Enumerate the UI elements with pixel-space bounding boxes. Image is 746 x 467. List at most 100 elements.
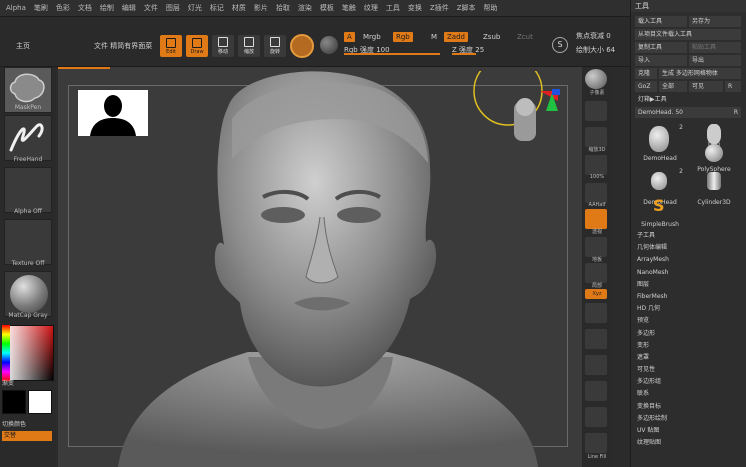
material-orb-icon[interactable] [320,36,338,54]
move-icon-button[interactable] [585,381,607,401]
subtool-simplebrush[interactable]: S SimpleBrush [637,194,683,228]
rgb-toggle[interactable]: Rgb [393,32,413,42]
edit-button[interactable]: Edit [160,35,182,57]
gradient-label[interactable]: 渐变 [2,378,14,387]
subpalette-geometry[interactable]: 几何体编辑 [637,242,741,254]
lightbox-tools-button[interactable]: 灯箱▶工具 [635,94,741,105]
save-as-button[interactable]: 另存为 [689,16,741,27]
alpha-tile[interactable] [4,167,52,213]
local-button[interactable] [585,263,607,283]
paste-tool-button[interactable]: 粘贴工具 [689,42,741,53]
scroll-button[interactable] [585,127,607,147]
aahalf-button[interactable] [585,183,607,203]
rotate-icon-button[interactable] [585,433,607,453]
subpalette-uv-map[interactable]: UV 贴图 [637,425,741,437]
subpalette-masking[interactable]: 遮罩 [637,352,741,364]
menu-item-draw[interactable]: 绘制 [96,3,118,13]
subpalette-arraymesh[interactable]: ArrayMesh [637,254,741,266]
rotate-button[interactable]: 旋转 [264,35,286,57]
lightbox-label[interactable]: 文件 精简有界面菜 [94,41,152,51]
subpalette-texture-map[interactable]: 纹理贴图 [637,437,741,449]
move-button[interactable]: 移动 [212,35,234,57]
subpalette-fibermesh[interactable]: FiberMesh [637,291,741,303]
menu-item-light[interactable]: 灯光 [184,3,206,13]
export-button[interactable]: 导出 [689,55,741,66]
scale-button[interactable]: 缩放 [238,35,260,57]
subpalette-deformation[interactable]: 变形 [637,340,741,352]
menu-item-zplugin[interactable]: Z插件 [426,3,453,13]
subtool-demohead[interactable]: 2 DemoHead [637,124,683,162]
zadd-toggle[interactable]: Zadd [444,32,468,42]
load-from-project-button[interactable]: 从项目文件载入工具 [635,29,741,40]
subpalette-polygroups[interactable]: 多边形组 [637,376,741,388]
all-button[interactable]: 全部 [659,81,687,92]
menu-item-picker[interactable]: 拾取 [272,3,294,13]
r-button[interactable]: R [725,81,741,92]
menu-item-stencil[interactable]: 模板 [316,3,338,13]
menu-item-brush[interactable]: 笔刷 [30,3,52,13]
current-brush-icon[interactable] [290,34,314,58]
menu-item-texture[interactable]: 纹理 [360,3,382,13]
subpalette-hd-geometry[interactable]: HD 几何 [637,303,741,315]
subtool-cylinder3d[interactable]: Cylinder3D [691,168,737,206]
a-toggle[interactable]: A [344,32,355,42]
bpr-icon[interactable] [585,69,607,89]
subpalette-polypaint[interactable]: 多边形绘制 [637,413,741,425]
menu-item-color[interactable]: 色彩 [52,3,74,13]
menu-item-file[interactable]: 文件 [140,3,162,13]
subpalette-contact[interactable]: 联系 [637,388,741,400]
menu-item-transform[interactable]: 变换 [404,3,426,13]
focal-shift-slider[interactable]: 焦点衰减 0 [576,31,611,41]
draw-button[interactable]: Draw [186,35,208,57]
menu-item-document[interactable]: 文档 [74,3,96,13]
zcut-toggle[interactable]: Zcut [514,32,536,42]
hue-strip[interactable] [2,325,10,381]
perspective-button[interactable] [585,209,607,229]
rotate-view-button[interactable] [585,303,607,323]
load-tool-button[interactable]: 载入工具 [635,16,687,27]
menu-item-edit[interactable]: 编辑 [118,3,140,13]
menu-item-help[interactable]: 帮助 [480,3,502,13]
alternate-button[interactable]: 交替 [2,431,52,441]
actual-size-button[interactable] [585,155,607,175]
current-tool-field[interactable]: DemoHead. 50 R [635,107,741,118]
copy-tool-button[interactable]: 复制工具 [635,42,687,53]
m-toggle[interactable]: M [428,32,440,42]
z-intensity-slider[interactable]: Z 强度 25 [452,45,542,55]
stroke-tile[interactable] [4,115,52,161]
spix-button[interactable] [585,101,607,121]
menu-item-material[interactable]: 材质 [228,3,250,13]
material-tile[interactable] [4,271,52,317]
s-toggle[interactable]: S [552,37,568,53]
subpalette-preview[interactable]: 预览 [637,315,741,327]
import-button[interactable]: 导入 [635,55,687,66]
subpalette-surface[interactable]: 多边形 [637,328,741,340]
subpalette-morph-target[interactable]: 变换目标 [637,401,741,413]
frame-button[interactable] [585,329,607,349]
goz-button[interactable]: GoZ [635,81,657,92]
document-canvas[interactable] [58,67,582,467]
zsub-toggle[interactable]: Zsub [480,32,503,42]
subpalette-nanomesh[interactable]: NanoMesh [637,267,741,279]
menu-item-stroke[interactable]: 笔触 [338,3,360,13]
menu-item-render[interactable]: 渲染 [294,3,316,13]
floor-button[interactable] [585,237,607,257]
menu-item-layer[interactable]: 图层 [162,3,184,13]
subpalette-visibility[interactable]: 可见性 [637,364,741,376]
clone-button[interactable]: 克隆 [635,68,657,79]
main-color-swatch[interactable] [2,390,26,414]
menu-item-tool[interactable]: 工具 [382,3,404,13]
menu-item-zscript[interactable]: Z脚本 [453,3,480,13]
move-view-button[interactable] [585,355,607,375]
navigation-gizmo[interactable] [468,71,568,171]
draw-size-slider[interactable]: 绘制大小 64 [576,45,615,55]
switch-color-label[interactable]: 切换颜色 [2,419,26,428]
home-page-label[interactable]: 主页 [16,41,30,51]
texture-tile[interactable] [4,219,52,265]
menu-item-marker[interactable]: 标记 [206,3,228,13]
subpalette-subtool[interactable]: 子工具 [637,230,741,242]
subpalette-layers[interactable]: 图层 [637,279,741,291]
mrgb-toggle[interactable]: Mrgb [360,32,384,42]
menu-item-alpha[interactable]: Alpha [2,4,30,12]
secondary-color-swatch[interactable] [28,390,52,414]
